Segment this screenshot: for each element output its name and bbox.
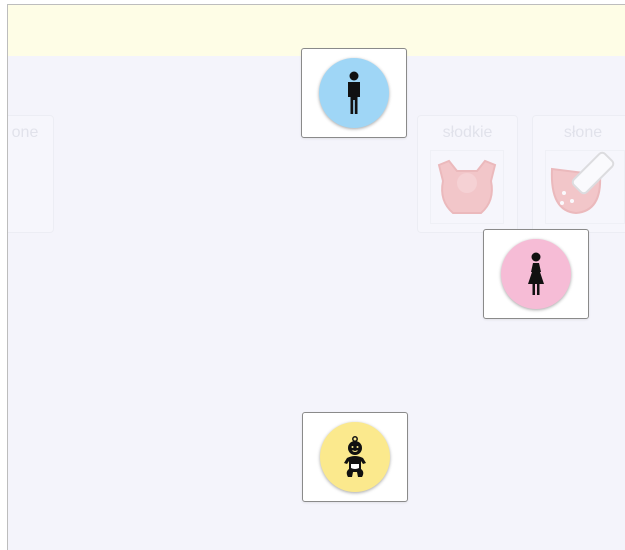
salt-shaker-icon: [550, 151, 615, 215]
background-card-label: słone: [563, 124, 603, 141]
salt-illustration-frame: [545, 150, 625, 224]
woman-icon: [528, 252, 544, 295]
background-card-sweet: słodkie: [417, 115, 518, 233]
candy-illustration-frame: [430, 150, 504, 224]
board-canvas: one słodkie słone: [7, 4, 625, 550]
background-card-salty: słone: [532, 115, 625, 233]
background-card-sour: one: [7, 115, 54, 233]
lemon-slice-icon: [7, 168, 21, 218]
candy-icon: [437, 159, 497, 214]
woman-circle: [501, 239, 571, 309]
man-icon: [348, 71, 360, 114]
baby-tile[interactable]: [302, 412, 408, 502]
baby-icon: [344, 436, 366, 477]
man-circle: [319, 58, 389, 128]
woman-tile[interactable]: [483, 229, 589, 319]
background-card-label: one: [11, 124, 39, 141]
baby-circle: [320, 422, 390, 492]
background-card-label: słodkie: [442, 124, 493, 141]
man-tile[interactable]: [301, 48, 407, 138]
